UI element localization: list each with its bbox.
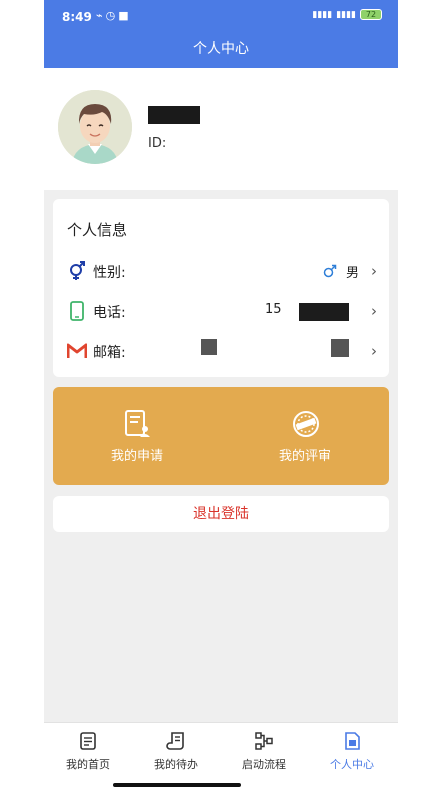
tab-start-process-label: 启动流程 (242, 758, 286, 771)
my-review-button[interactable]: 我的评审 (221, 387, 389, 485)
status-time: 8:49 (62, 10, 92, 24)
my-application-button[interactable]: 我的申请 (53, 387, 221, 485)
status-right-icons: ▮▮▮▮ ▮▮▮▮ 72 (312, 9, 382, 20)
chevron-right-icon: › (371, 342, 377, 360)
battery-icon: 72 (360, 9, 382, 20)
application-form-icon (125, 410, 150, 437)
status-notification-icons: ⌁◷■ (96, 9, 132, 22)
gender-label: 性别: (93, 265, 126, 281)
email-label: 邮箱: (93, 345, 126, 361)
email-row[interactable]: 邮箱: › (67, 339, 377, 363)
email-redaction-start (201, 339, 217, 355)
tab-start-process[interactable]: 启动流程 (220, 731, 308, 779)
gender-icon (70, 261, 85, 280)
phone-label: 电话: (93, 305, 126, 321)
tab-home-label: 我的首页 (66, 758, 110, 771)
tab-home[interactable]: 我的首页 (44, 731, 132, 779)
phone-redaction (299, 303, 349, 321)
review-stamp-icon (293, 411, 319, 437)
chevron-right-icon: › (371, 302, 377, 320)
avatar[interactable] (58, 90, 132, 164)
tab-todo-label: 我的待办 (154, 758, 198, 771)
workflow-icon (255, 732, 273, 750)
profile-section: ID: (44, 68, 398, 190)
logout-button[interactable]: 退出登陆 (53, 496, 389, 532)
my-review-label: 我的评审 (278, 449, 331, 464)
status-bar: 8:49 ⌁◷■ ▮▮▮▮ ▮▮▮▮ 72 (44, 0, 398, 32)
tab-profile-label: 个人中心 (330, 758, 374, 771)
app-header: 8:49 ⌁◷■ ▮▮▮▮ ▮▮▮▮ 72 个人中心 (44, 0, 398, 68)
app-frame: 8:49 ⌁◷■ ▮▮▮▮ ▮▮▮▮ 72 个人中心 ID: 个人信息 性别: … (44, 0, 398, 792)
user-name-redacted (148, 106, 200, 124)
avatar-image (58, 90, 132, 164)
profile-doc-icon (345, 732, 360, 750)
phone-value: 15 (265, 302, 282, 317)
tab-profile[interactable]: 个人中心 (308, 731, 396, 779)
bottom-tab-bar: 我的首页 我的待办 启动流程 个人中心 (44, 722, 398, 792)
gmail-icon (67, 343, 87, 358)
tab-todo[interactable]: 我的待办 (132, 731, 220, 779)
male-icon (323, 264, 337, 278)
action-card: 我的申请 我的评审 (53, 387, 389, 485)
gender-row[interactable]: 性别: 男 › (67, 259, 377, 283)
gender-value: 男 (345, 266, 359, 281)
personal-info-title: 个人信息 (67, 221, 128, 239)
chevron-right-icon: › (371, 262, 377, 280)
document-list-icon (80, 732, 96, 750)
user-id-label: ID: (148, 136, 167, 151)
phone-icon (70, 301, 84, 321)
signal-icon-2: ▮▮▮▮ (336, 9, 356, 20)
home-indicator[interactable] (113, 783, 241, 787)
personal-info-card: 个人信息 性别: 男 › 电话: 15 › 邮箱: › (53, 199, 389, 377)
my-application-label: 我的申请 (110, 449, 163, 464)
page-title: 个人中心 (193, 41, 249, 57)
email-redaction-end (331, 339, 349, 357)
todo-scroll-icon (166, 732, 184, 750)
signal-icon: ▮▮▮▮ (312, 9, 333, 20)
phone-row[interactable]: 电话: 15 › (67, 299, 377, 323)
